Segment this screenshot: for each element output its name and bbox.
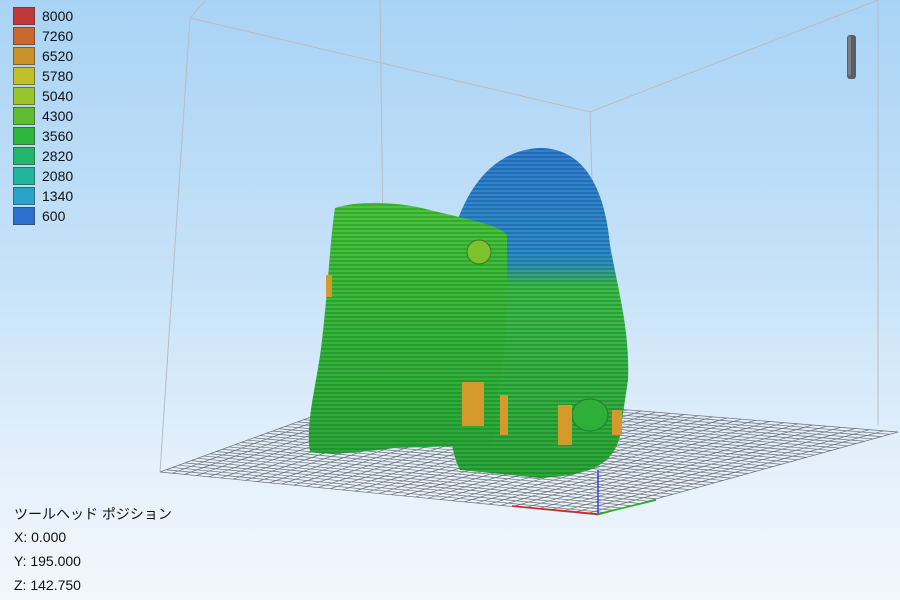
legend-item: 1340: [13, 186, 73, 206]
legend-swatch: [13, 127, 35, 145]
legend-swatch: [13, 87, 35, 105]
legend-label: 5780: [42, 68, 74, 84]
legend-label: 2080: [42, 168, 74, 184]
front-model-part[interactable]: [308, 202, 508, 454]
legend-item: 4300: [13, 106, 73, 126]
legend-item: 7260: [13, 26, 73, 46]
legend-label: 4300: [42, 108, 74, 124]
toolhead-x-readout: X: 0.000: [14, 529, 67, 545]
legend-label: 5040: [42, 88, 74, 104]
legend-swatch: [13, 67, 35, 85]
legend-swatch: [13, 47, 35, 65]
legend-swatch: [13, 207, 35, 225]
legend-label: 2820: [42, 148, 74, 164]
legend-item: 6520: [13, 46, 73, 66]
scroll-handle-icon[interactable]: [846, 34, 857, 82]
legend-item: 2080: [13, 166, 73, 186]
legend-item: 2820: [13, 146, 73, 166]
legend-swatch: [13, 27, 35, 45]
legend-label: 7260: [42, 28, 74, 44]
legend-item: 5040: [13, 86, 73, 106]
legend-swatch: [13, 107, 35, 125]
legend-item: 600: [13, 206, 73, 226]
legend-item: 3560: [13, 126, 73, 146]
legend-label: 1340: [42, 188, 74, 204]
legend-swatch: [13, 147, 35, 165]
toolhead-position-title: ツールヘッド ポジション: [14, 506, 172, 522]
legend-swatch: [13, 7, 35, 25]
legend-label: 600: [42, 208, 66, 224]
legend-item: 8000: [13, 6, 73, 26]
legend-item: 5780: [13, 66, 73, 86]
legend-label: 3560: [42, 128, 74, 144]
legend-swatch: [13, 167, 35, 185]
legend-swatch: [13, 187, 35, 205]
toolhead-y-readout: Y: 195.000: [14, 553, 81, 569]
legend-label: 6520: [42, 48, 74, 64]
color-legend: 8000 7260 6520 5780 5040 4300 3560 2820 2080 1340…: [13, 6, 73, 226]
toolhead-z-readout: Z: 142.750: [14, 577, 81, 593]
legend-label: 8000: [42, 8, 74, 24]
toolhead-position-panel: ツールヘッド ポジション X: 0.000 Y: 195.000 Z: 142.…: [14, 503, 172, 597]
